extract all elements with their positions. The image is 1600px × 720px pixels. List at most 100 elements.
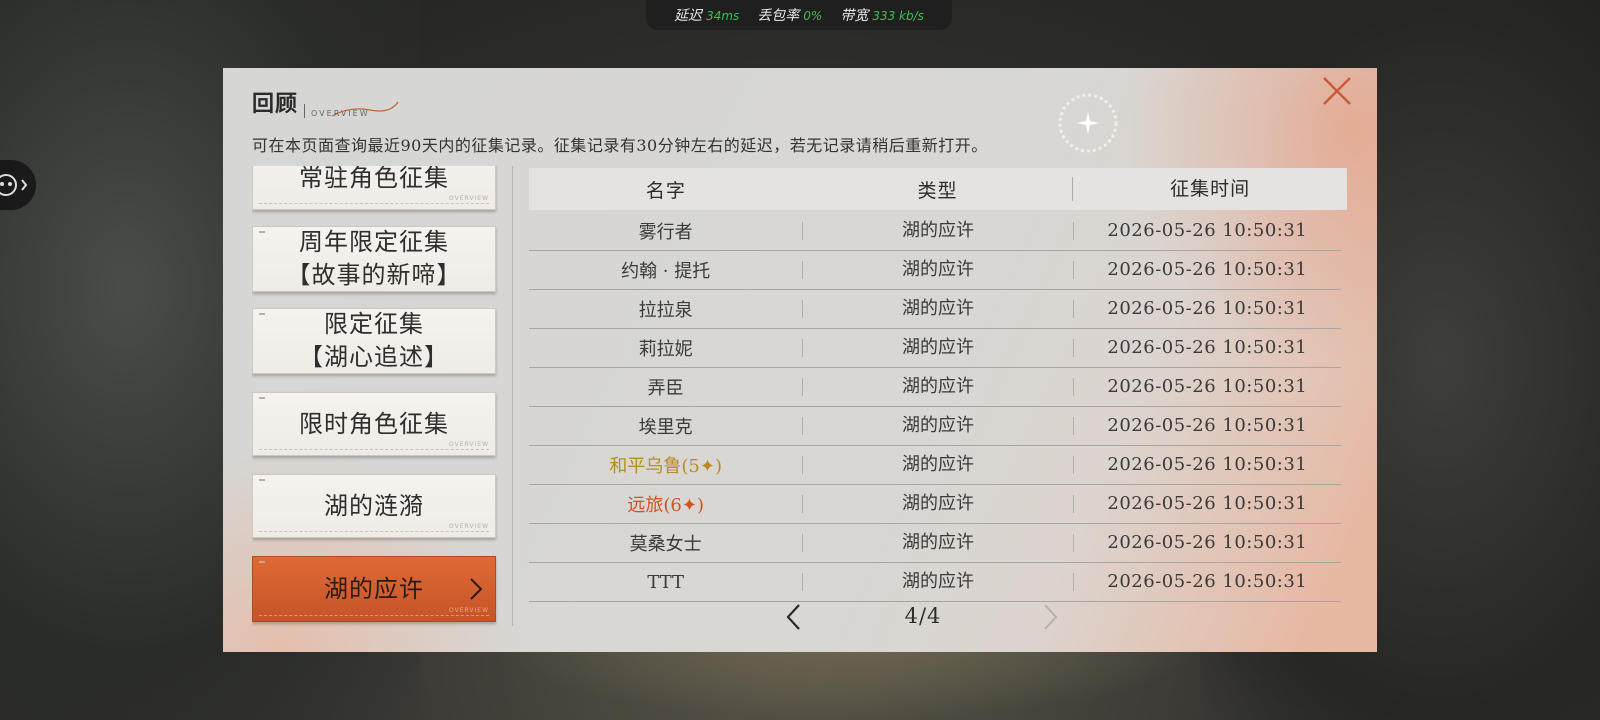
table-row: 远旅(6✦) 湖的应许 2026-05-26 10:50:31 [529, 485, 1341, 524]
category-foot-text: OVERVIEW [449, 607, 489, 614]
rarity-close: ) [714, 456, 722, 477]
cell-name: 莫桑女士 [629, 534, 702, 555]
notice-text: 可在本页面查询最近90天内的征集记录。征集记录有30分钟左右的延迟，若无记录请稍… [252, 136, 988, 155]
category-foot: OVERVIEW [259, 523, 489, 532]
latency-stat: 延迟 34ms [674, 5, 739, 25]
cell-time: 2026-05-26 10:50:31 [1072, 300, 1341, 318]
cell-type: 湖的应许 [802, 417, 1072, 435]
cell-name-rarity-6: 远旅(6✦) [529, 491, 802, 517]
category-label: 限定征集 【湖心追述】 [299, 310, 449, 371]
cell-type: 湖的应许 [802, 534, 1072, 552]
cell-time: 2026-05-26 10:50:31 [1072, 456, 1341, 474]
cell-name: 雾行者 [638, 222, 693, 243]
cell-time: 2026-05-26 10:50:31 [1072, 495, 1341, 513]
cell-name: TTT [647, 571, 684, 593]
column-divider [512, 166, 513, 626]
packet-loss-label: 丢包率 [757, 8, 800, 24]
table-row: 和平乌鲁(5✦) 湖的应许 2026-05-26 10:50:31 [529, 446, 1341, 485]
category-label: 湖的应许 [324, 574, 424, 603]
cell-type: 湖的应许 [802, 456, 1072, 474]
table-row: 雾行者 湖的应许 2026-05-26 10:50:31 [529, 212, 1341, 251]
category-foot: OVERVIEW [259, 441, 489, 450]
panel-header: 回顾 OVERVIEW [252, 86, 400, 118]
cell-time: 2026-05-26 10:50:31 [1072, 417, 1341, 435]
cell-time: 2026-05-26 10:50:31 [1072, 534, 1341, 552]
cell-type: 湖的应许 [802, 222, 1072, 240]
cell-type: 湖的应许 [802, 339, 1072, 357]
bandwidth-stat: 带宽 333 kb/s [840, 5, 924, 25]
table-row: 拉拉泉 湖的应许 2026-05-26 10:50:31 [529, 290, 1341, 329]
category-timed-character[interactable]: 限时角色征集 OVERVIEW [252, 392, 496, 456]
star-icon: ✦ [699, 456, 715, 477]
table-row: 弄臣 湖的应许 2026-05-26 10:50:31 [529, 368, 1341, 407]
cell-type: 湖的应许 [802, 378, 1072, 396]
cell-time: 2026-05-26 10:50:31 [1072, 261, 1341, 279]
table-row: 莉拉妮 湖的应许 2026-05-26 10:50:31 [529, 329, 1341, 368]
packet-loss-value: 0% [803, 9, 823, 23]
category-foot-text: OVERVIEW [449, 523, 489, 530]
table-row: 莫桑女士 湖的应许 2026-05-26 10:50:31 [529, 524, 1341, 563]
packet-loss-stat: 丢包率 0% [757, 5, 822, 25]
table-header: 名字 类型 征集时间 [529, 168, 1347, 210]
chevron-right-icon [470, 578, 483, 600]
category-foot: OVERVIEW [259, 607, 489, 616]
pagination: 4/4 [783, 598, 1083, 638]
cell-type: 湖的应许 [802, 573, 1072, 591]
cell-name: 弄臣 [647, 378, 684, 399]
table-row: 约翰 · 提托 湖的应许 2026-05-26 10:50:31 [529, 251, 1341, 290]
controller-icon [0, 174, 28, 196]
rarity-name: 和平乌鲁(5 [609, 456, 700, 477]
latency-label: 延迟 [674, 8, 703, 24]
category-lake-promise[interactable]: 湖的应许 OVERVIEW [252, 556, 496, 622]
column-header-name: 名字 [645, 179, 686, 202]
bandwidth-label: 带宽 [840, 8, 869, 24]
category-label: 湖的涟漪 [324, 491, 424, 520]
rarity-name: 远旅(6 [627, 495, 682, 516]
category-foot-text: OVERVIEW [449, 441, 489, 448]
table-row: 埃里克 湖的应许 2026-05-26 10:50:31 [529, 407, 1341, 446]
bandwidth-value: 333 kb/s [872, 9, 924, 23]
card-corner [259, 397, 265, 399]
category-label: 周年限定征集 【故事的新啼】 [286, 228, 462, 289]
cell-time: 2026-05-26 10:50:31 [1072, 573, 1341, 591]
category-lake-ripple[interactable]: 湖的涟漪 OVERVIEW [252, 474, 496, 538]
cell-name: 莉拉妮 [638, 339, 693, 360]
card-corner [259, 231, 265, 233]
close-icon[interactable] [1316, 70, 1358, 112]
page-title: 回顾 [252, 91, 299, 117]
category-foot: OVERVIEW [259, 195, 489, 204]
star-icon: ✦ [681, 495, 697, 516]
sparkle-ring-icon [1058, 93, 1118, 153]
category-standard[interactable]: 常驻角色征集 OVERVIEW [252, 166, 496, 210]
chevron-right-icon[interactable] [1039, 602, 1061, 632]
cell-type: 湖的应许 [802, 261, 1072, 279]
cell-name: 埃里克 [638, 417, 693, 438]
network-status-bar: 延迟 34ms 丢包率 0% 带宽 333 kb/s [646, 0, 952, 30]
category-limited[interactable]: 限定征集 【湖心追述】 [252, 308, 496, 374]
category-label: 限时角色征集 [299, 409, 449, 438]
cell-type: 湖的应许 [802, 495, 1072, 513]
page-indicator: 4/4 [904, 604, 942, 628]
record-table: 雾行者 湖的应许 2026-05-26 10:50:31 约翰 · 提托 湖的应… [529, 212, 1341, 602]
page-subtitle: OVERVIEW [304, 104, 370, 118]
chevron-left-icon[interactable] [783, 602, 805, 632]
category-anniversary[interactable]: 周年限定征集 【故事的新啼】 [252, 226, 496, 292]
card-corner [259, 561, 265, 563]
latency-value: 34ms [706, 9, 740, 23]
category-list: 常驻角色征集 OVERVIEW 周年限定征集 【故事的新啼】 限定征集 【湖心追… [252, 166, 498, 630]
table-row: TTT 湖的应许 2026-05-26 10:50:31 [529, 563, 1341, 602]
cell-name: 拉拉泉 [638, 300, 693, 321]
column-header-time: 征集时间 [1072, 177, 1347, 201]
cell-time: 2026-05-26 10:50:31 [1072, 339, 1341, 357]
column-header-type: 类型 [917, 179, 958, 202]
cell-name-rarity-5: 和平乌鲁(5✦) [529, 452, 802, 478]
category-foot-text: OVERVIEW [449, 195, 489, 202]
cell-type: 湖的应许 [802, 300, 1072, 318]
cell-time: 2026-05-26 10:50:31 [1072, 378, 1341, 396]
cell-time: 2026-05-26 10:50:31 [1072, 222, 1341, 240]
cell-name: 约翰 · 提托 [621, 261, 711, 282]
card-corner [259, 313, 265, 315]
overview-panel: 回顾 OVERVIEW 可在本页面查询最近90天内的征集记录。征集记录有30分钟… [223, 68, 1377, 652]
category-label: 常驻角色征集 [299, 166, 449, 192]
rarity-close: ) [696, 495, 704, 516]
